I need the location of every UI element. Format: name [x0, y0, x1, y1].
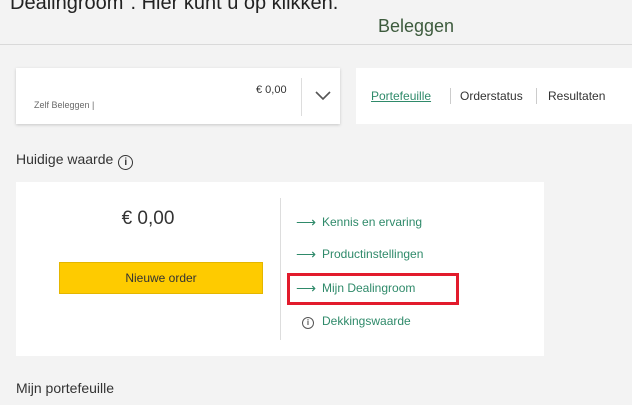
- account-selector[interactable]: Zelf Beleggen | € 0,00: [16, 68, 340, 124]
- arrow-right-icon: ⟶: [296, 214, 317, 230]
- card-divider: [280, 198, 281, 340]
- tab-divider: [450, 88, 451, 104]
- highlight-annotation: [287, 273, 459, 305]
- arrow-right-icon: ⟶: [296, 246, 317, 262]
- header-divider: [0, 44, 632, 45]
- portfolio-heading: Mijn portefeuille: [16, 380, 115, 396]
- new-order-button[interactable]: Nieuwe order: [59, 262, 263, 294]
- info-icon: i: [302, 317, 314, 329]
- page-title: Beleggen: [377, 16, 455, 36]
- tab-divider: [536, 88, 537, 104]
- link-kennis-en-ervaring[interactable]: ⟶ Kennis en ervaring: [296, 214, 422, 234]
- account-amount: € 0,00: [256, 84, 287, 96]
- tab-orderstatus[interactable]: Orderstatus: [460, 89, 523, 103]
- link-productinstellingen[interactable]: ⟶ Productinstellingen: [296, 246, 423, 266]
- current-value-heading: Huidige waarde i: [16, 151, 134, 170]
- link-dekkingswaarde[interactable]: i Dekkingswaarde: [296, 314, 411, 334]
- tab-resultaten[interactable]: Resultaten: [548, 89, 605, 103]
- current-value-amount: € 0,00: [121, 208, 175, 229]
- current-value-title: Huidige waarde: [16, 151, 114, 167]
- instruction-caption: Dealingroom". Hier kunt u op klikken.: [10, 0, 339, 14]
- current-value-card: € 0,00 Nieuwe order ⟶ Kennis en ervaring …: [16, 182, 544, 356]
- tab-portefeuille[interactable]: Portefeuille: [371, 89, 431, 103]
- portfolio-tabs: Portefeuille Orderstatus Resultaten: [356, 68, 632, 124]
- info-icon[interactable]: i: [118, 155, 134, 170]
- account-name: Zelf Beleggen |: [34, 100, 95, 110]
- chevron-down-icon[interactable]: [314, 86, 332, 104]
- account-divider: [301, 78, 302, 116]
